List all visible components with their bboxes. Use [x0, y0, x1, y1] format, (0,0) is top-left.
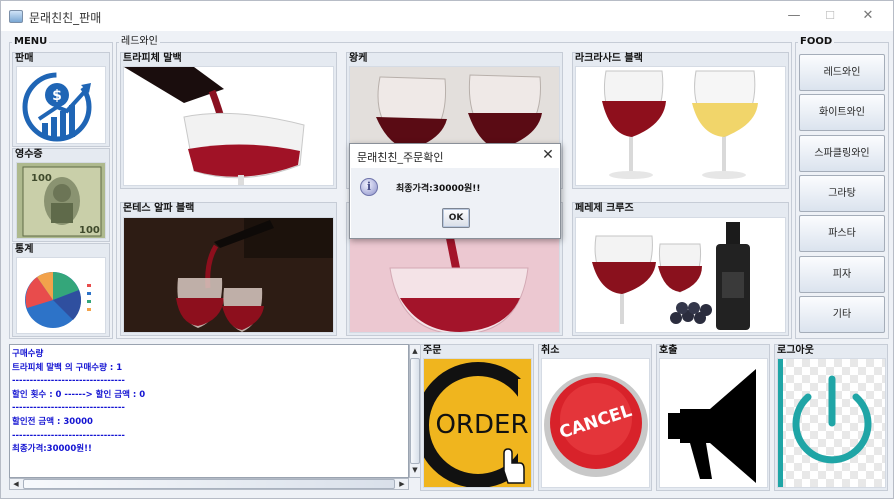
info-icon: i	[360, 178, 378, 196]
ok-button[interactable]: OK	[442, 208, 470, 228]
wine-item-3[interactable]: 라크라사드 블랙	[572, 52, 789, 189]
receipt-horizontal-scrollbar[interactable]: ◀ ▶	[9, 478, 409, 490]
receipt-line: --------------------------------	[12, 376, 125, 387]
order-panel[interactable]: 주문 ORDER	[420, 344, 534, 491]
wine-item-1[interactable]: 트라피체 말백	[120, 52, 337, 189]
call-panel[interactable]: 호출	[656, 344, 770, 491]
menu-item-sales-label: 판매	[15, 53, 34, 64]
scroll-down-arrow-icon[interactable]: ▼	[410, 465, 420, 475]
svg-text:$: $	[52, 88, 62, 104]
sales-chart-icon: $	[16, 66, 106, 144]
menu-item-stats[interactable]: 통계	[12, 243, 110, 337]
food-button-white-wine[interactable]: 화이트와인	[799, 94, 885, 131]
wine-item-3-label: 라크라사드 블랙	[575, 53, 643, 64]
food-group-label: FOOD	[798, 36, 835, 48]
wine-item-4-label: 몬테스 알파 블랙	[123, 203, 195, 214]
receipt-textarea[interactable]: 구매수량 트라피체 말백 의 구매수량 : 1 ----------------…	[9, 344, 409, 478]
minimize-button[interactable]: —	[779, 5, 809, 27]
svg-text:100: 100	[79, 225, 100, 236]
order-text: ORDER	[435, 410, 528, 440]
dialog-message: 최종가격:30000원!!	[396, 184, 481, 194]
power-icon[interactable]	[777, 358, 886, 488]
megaphone-icon[interactable]	[659, 358, 768, 488]
menu-item-receipt-label: 영수증	[15, 149, 43, 160]
receipt-line: 할인전 금액 : 30000	[12, 416, 93, 427]
menu-item-sales[interactable]: 판매 $	[12, 52, 110, 147]
dialog-title: 문래친친_주문확인	[357, 151, 444, 164]
banknote-icon: 100 100	[16, 162, 106, 239]
wine-pour-glass-image	[123, 66, 334, 186]
food-button-gratin[interactable]: 그라탕	[799, 175, 885, 212]
logout-label: 로그아웃	[777, 345, 814, 356]
food-button-red-wine[interactable]: 레드와인	[799, 54, 885, 91]
logout-panel[interactable]: 로그아웃	[774, 344, 888, 491]
maximize-button[interactable]: ☐	[815, 5, 845, 27]
order-confirm-dialog: 문래친친_주문확인 ✕ i 최종가격:30000원!! OK	[349, 143, 561, 239]
svg-text:100: 100	[31, 173, 52, 184]
horizontal-scroll-thumb[interactable]	[23, 479, 395, 489]
wine-item-2-label: 왕케	[349, 53, 368, 64]
menu-item-stats-label: 통계	[15, 244, 34, 255]
order-label: 주문	[423, 345, 442, 356]
wine-pour-bottle-image	[123, 217, 334, 333]
call-label: 호출	[659, 345, 678, 356]
receipt-line: 최종가격:30000원!!	[12, 444, 92, 455]
receipt-line: --------------------------------	[12, 403, 125, 414]
wine-bottle-grapes-image	[575, 217, 786, 333]
app-icon	[9, 10, 23, 23]
order-button[interactable]: ORDER	[423, 358, 532, 488]
wine-group-label: 레드와인	[119, 36, 160, 48]
receipt-line: 할인 횟수 : 0 ------> 할인 금액 : 0	[12, 389, 146, 400]
scroll-up-arrow-icon[interactable]: ▲	[410, 346, 420, 356]
scroll-right-arrow-icon[interactable]: ▶	[397, 479, 407, 489]
receipt-line: 트라피체 말백 의 구매수량 : 1	[12, 362, 123, 373]
close-button[interactable]: ✕	[853, 5, 883, 27]
food-button-pasta[interactable]: 파스타	[799, 215, 885, 252]
vertical-scroll-thumb[interactable]	[410, 358, 420, 464]
wine-item-4[interactable]: 몬테스 알파 블랙	[120, 202, 337, 336]
receipt-line: 구매수량	[12, 349, 44, 359]
wine-item-6-label: 페레제 크루즈	[575, 203, 634, 214]
window-title: 문래친친_판매	[29, 11, 102, 25]
food-button-sparkling-wine[interactable]: 스파클링와인	[799, 135, 885, 172]
wine-item-6[interactable]: 페레제 크루즈	[572, 202, 789, 336]
pie-chart-icon	[16, 257, 106, 334]
scroll-left-arrow-icon[interactable]: ◀	[11, 479, 21, 489]
title-bar: 문래친친_판매 — ☐ ✕	[1, 1, 893, 31]
wine-item-1-label: 트라피체 말백	[123, 53, 182, 64]
dialog-body: i 최종가격:30000원!! OK	[351, 168, 559, 238]
red-and-white-wine-image	[575, 66, 786, 186]
cancel-button[interactable]: CANCEL	[541, 358, 650, 488]
receipt-line: --------------------------------	[12, 430, 125, 441]
menu-group-label: MENU	[12, 36, 50, 48]
menu-item-receipt[interactable]: 영수증 100 100	[12, 148, 110, 242]
cancel-label: 취소	[541, 345, 560, 356]
dialog-close-button[interactable]: ✕	[540, 147, 556, 163]
food-button-etc[interactable]: 기타	[799, 296, 885, 333]
food-button-pizza[interactable]: 피자	[799, 256, 885, 293]
cancel-panel[interactable]: 취소 CANCEL	[538, 344, 652, 491]
app-window: 문래친친_판매 — ☐ ✕ MENU 판매 $ 영수증 100 100 통계 레…	[0, 0, 894, 499]
